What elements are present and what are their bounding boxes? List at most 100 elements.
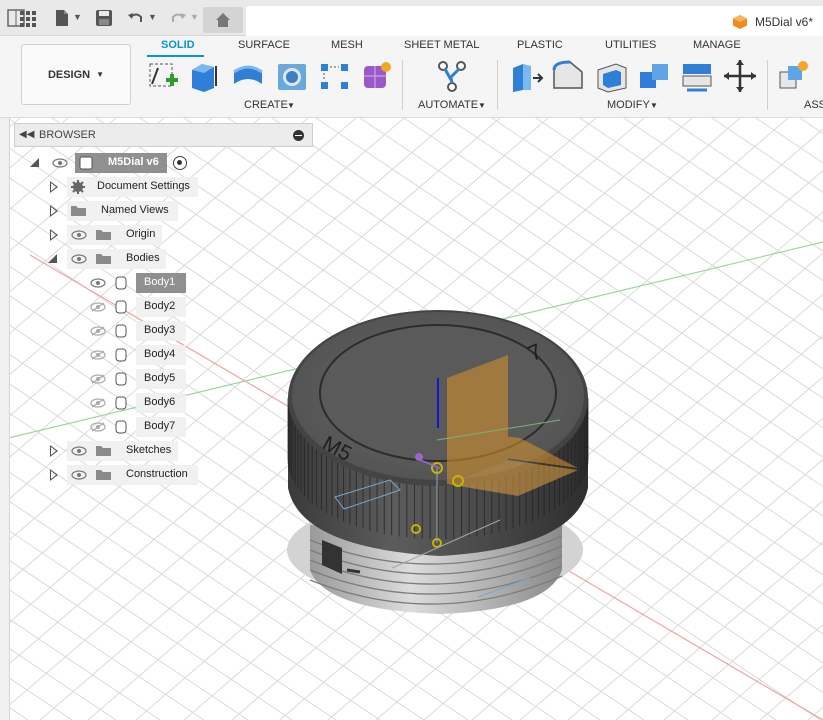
component-icon bbox=[79, 156, 93, 170]
visibility-eye-icon[interactable] bbox=[90, 278, 106, 288]
file-dropdown-caret-icon[interactable]: ▼ bbox=[73, 12, 82, 22]
collapse-triangle-icon[interactable] bbox=[48, 254, 57, 263]
pattern-icon[interactable] bbox=[317, 58, 353, 94]
fillet-icon[interactable] bbox=[550, 58, 586, 94]
tab-plastic[interactable]: PLASTIC bbox=[517, 39, 563, 51]
body-label: Body6 bbox=[144, 396, 176, 408]
minimize-browser-icon[interactable] bbox=[293, 130, 304, 141]
visibility-hidden-eye-icon[interactable] bbox=[90, 350, 106, 360]
browser-root-node[interactable]: M5Dial v6 bbox=[30, 153, 192, 173]
move-icon[interactable] bbox=[722, 58, 758, 94]
activate-radio-icon[interactable] bbox=[173, 156, 187, 170]
new-component-icon[interactable] bbox=[776, 58, 812, 94]
construction-label: Construction bbox=[126, 468, 188, 480]
browser-item-named-views[interactable]: Named Views bbox=[48, 201, 178, 221]
combine-icon[interactable] bbox=[636, 58, 672, 94]
collapse-triangle-icon[interactable] bbox=[30, 158, 39, 167]
visibility-eye-icon[interactable] bbox=[71, 230, 87, 240]
ribbon-separator bbox=[497, 60, 498, 110]
undo-dropdown-caret-icon[interactable]: ▼ bbox=[148, 12, 157, 22]
press-pull-icon[interactable] bbox=[509, 58, 545, 94]
visibility-hidden-eye-icon[interactable] bbox=[90, 422, 106, 432]
browser-title: BROWSER bbox=[39, 129, 96, 141]
tab-surface[interactable]: SURFACE bbox=[238, 39, 290, 51]
root-component-label[interactable]: M5Dial v6 bbox=[108, 156, 159, 168]
browser-item-origin[interactable]: Origin bbox=[48, 225, 162, 245]
body-label: Body3 bbox=[144, 324, 176, 336]
create-group-label[interactable]: CREATE bbox=[244, 99, 288, 111]
document-settings-label: Document Settings bbox=[97, 180, 190, 192]
visibility-eye-icon[interactable] bbox=[71, 446, 87, 456]
expand-triangle-icon[interactable] bbox=[50, 205, 58, 217]
shell-icon[interactable] bbox=[594, 58, 630, 94]
visibility-hidden-eye-icon[interactable] bbox=[90, 398, 106, 408]
automate-icon[interactable] bbox=[434, 58, 470, 94]
expand-triangle-icon[interactable] bbox=[50, 229, 58, 241]
browser-item-construction[interactable]: Construction bbox=[48, 465, 198, 485]
tab-sheet-metal[interactable]: SHEET METAL bbox=[404, 39, 479, 51]
file-icon[interactable] bbox=[52, 8, 72, 28]
title-bar: ▼ ▼ ▼ M5Dial v6* bbox=[0, 0, 823, 36]
document-title: M5Dial v6* bbox=[754, 15, 813, 29]
expand-triangle-icon[interactable] bbox=[50, 181, 58, 193]
sketches-label: Sketches bbox=[126, 444, 172, 456]
body-label: Body2 bbox=[144, 300, 176, 312]
tab-manage[interactable]: MANAGE bbox=[693, 39, 741, 51]
folder-icon bbox=[95, 252, 112, 265]
folder-icon bbox=[95, 468, 112, 481]
assemble-group-label[interactable]: ASS bbox=[804, 99, 823, 111]
visibility-eye-icon[interactable] bbox=[52, 158, 68, 168]
browser-item-document-settings[interactable]: Document Settings bbox=[48, 177, 198, 197]
tab-utilities[interactable]: UTILITIES bbox=[605, 39, 656, 51]
collapse-panel-icon[interactable]: ◀◀ bbox=[19, 129, 34, 140]
home-button[interactable] bbox=[203, 7, 243, 33]
visibility-hidden-eye-icon[interactable] bbox=[90, 326, 106, 336]
expand-triangle-icon[interactable] bbox=[50, 469, 58, 481]
gear-icon bbox=[70, 179, 86, 198]
body-label: Body5 bbox=[144, 372, 176, 384]
visibility-hidden-eye-icon[interactable] bbox=[90, 374, 106, 384]
replace-face-icon[interactable] bbox=[679, 58, 715, 94]
revolve-icon[interactable] bbox=[230, 58, 266, 94]
body-icon bbox=[114, 348, 128, 362]
apps-grid-icon[interactable] bbox=[18, 8, 38, 28]
chevron-down-icon: ▼ bbox=[96, 70, 105, 79]
hole-icon[interactable] bbox=[274, 58, 310, 94]
browser-item-body[interactable]: Body7 bbox=[86, 417, 186, 437]
browser-item-body[interactable]: Body3 bbox=[86, 321, 186, 341]
modify-group-label[interactable]: MODIFY bbox=[607, 99, 650, 111]
browser-item-body[interactable]: Body1 bbox=[86, 273, 186, 293]
create-sketch-icon[interactable] bbox=[146, 58, 182, 94]
left-panel-edge bbox=[0, 36, 10, 720]
automate-dropdown-caret-icon[interactable]: ▼ bbox=[478, 101, 486, 110]
redo-icon[interactable] bbox=[168, 8, 188, 28]
redo-dropdown-caret-icon[interactable]: ▼ bbox=[190, 12, 199, 22]
named-views-label: Named Views bbox=[101, 204, 169, 216]
tab-mesh[interactable]: MESH bbox=[331, 39, 363, 51]
browser-item-body[interactable]: Body6 bbox=[86, 393, 186, 413]
form-icon[interactable] bbox=[358, 58, 394, 94]
visibility-eye-icon[interactable] bbox=[71, 470, 87, 480]
browser-item-sketches[interactable]: Sketches bbox=[48, 441, 178, 461]
save-icon[interactable] bbox=[94, 8, 114, 28]
expand-triangle-icon[interactable] bbox=[50, 445, 58, 457]
workspace-switcher-button[interactable]: DESIGN ▼ bbox=[21, 44, 131, 105]
browser-item-body[interactable]: Body2 bbox=[86, 297, 186, 317]
undo-icon[interactable] bbox=[126, 8, 146, 28]
automate-group-label[interactable]: AUTOMATE bbox=[418, 99, 478, 111]
tab-solid[interactable]: SOLID bbox=[161, 39, 195, 51]
create-dropdown-caret-icon[interactable]: ▼ bbox=[287, 101, 295, 110]
visibility-hidden-eye-icon[interactable] bbox=[90, 302, 106, 312]
bodies-label: Bodies bbox=[126, 252, 160, 264]
modify-dropdown-caret-icon[interactable]: ▼ bbox=[650, 101, 658, 110]
browser-item-bodies[interactable]: Bodies bbox=[48, 249, 166, 269]
browser-item-body[interactable]: Body4 bbox=[86, 345, 186, 365]
document-tab[interactable]: M5Dial v6* bbox=[246, 6, 823, 36]
extrude-icon[interactable] bbox=[186, 58, 222, 94]
browser-item-body[interactable]: Body5 bbox=[86, 369, 186, 389]
knurled-dial-body[interactable]: M5 7 bbox=[287, 310, 589, 556]
visibility-eye-icon[interactable] bbox=[71, 254, 87, 264]
folder-icon bbox=[95, 444, 112, 457]
browser-header[interactable]: ◀◀ BROWSER bbox=[14, 123, 313, 147]
home-icon bbox=[215, 12, 231, 31]
